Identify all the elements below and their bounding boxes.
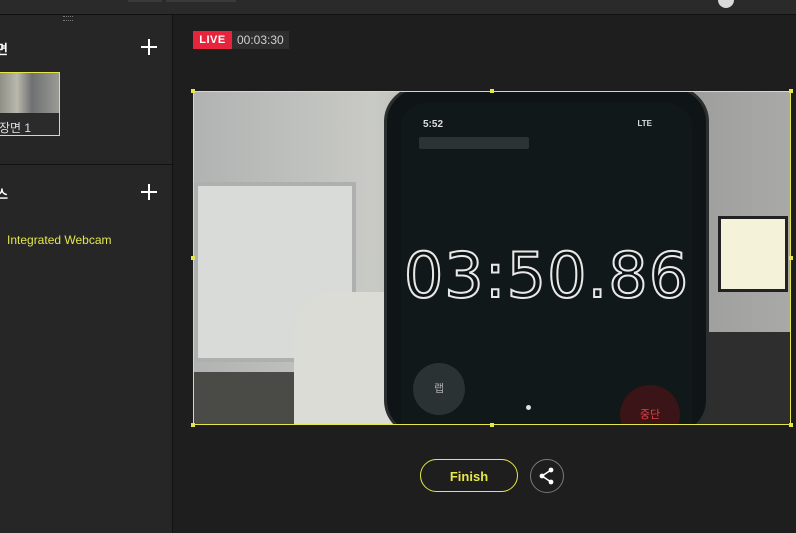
page-dot <box>526 405 531 410</box>
top-toolbar <box>0 0 796 15</box>
phone-clock: 5:52 <box>423 119 444 130</box>
phone-lap-button: 랩 <box>413 363 465 415</box>
toolbar-tab[interactable] <box>166 0 236 2</box>
resize-handle[interactable] <box>191 423 195 427</box>
stopwatch-reading: 03:50.86 <box>403 238 690 313</box>
add-scene-button[interactable] <box>141 39 157 55</box>
resize-handle[interactable] <box>191 89 195 93</box>
live-badge: LIVE <box>193 31 232 49</box>
phone-network-indicator: LTE <box>637 119 652 128</box>
source-item-webcam[interactable]: Integrated Webcam <box>7 233 112 247</box>
resize-handle[interactable] <box>789 423 793 427</box>
toolbar-tab[interactable] <box>128 0 162 2</box>
drag-handle-icon[interactable] <box>63 16 73 21</box>
resize-handle[interactable] <box>490 423 494 427</box>
section-divider <box>0 164 172 165</box>
add-source-button[interactable] <box>141 184 157 200</box>
scene-item-label: 장면 1 <box>0 121 32 135</box>
share-button[interactable] <box>530 459 564 493</box>
resize-handle[interactable] <box>490 89 494 93</box>
scenes-section-title: 면 <box>0 42 8 57</box>
resize-handle[interactable] <box>191 256 195 260</box>
sidebar: 면 장면 1 스 Integrated Webcam <box>0 15 173 533</box>
main-area: LIVE 00:03:30 5:52 LTE 03:50.86 랩 중단 Fin… <box>173 15 796 533</box>
share-icon <box>539 467 554 485</box>
monitor <box>718 216 788 292</box>
finish-button[interactable]: Finish <box>420 459 518 492</box>
sources-section-title: 스 <box>0 187 8 202</box>
scene-item[interactable]: 장면 1 <box>0 72 60 136</box>
cabinet <box>700 332 790 424</box>
phone-screen: 5:52 LTE 03:50.86 랩 중단 <box>401 103 692 424</box>
stream-elapsed-time: 00:03:30 <box>232 31 289 49</box>
resize-handle[interactable] <box>789 89 793 93</box>
scene-thumbnail <box>0 73 59 113</box>
phone: 5:52 LTE 03:50.86 랩 중단 <box>384 92 709 424</box>
phone-tab-bar <box>419 137 529 149</box>
camera-preview[interactable]: 5:52 LTE 03:50.86 랩 중단 <box>193 91 791 425</box>
resize-handle[interactable] <box>789 256 793 260</box>
phone-stop-button: 중단 <box>620 385 680 424</box>
profile-icon[interactable] <box>718 0 734 8</box>
